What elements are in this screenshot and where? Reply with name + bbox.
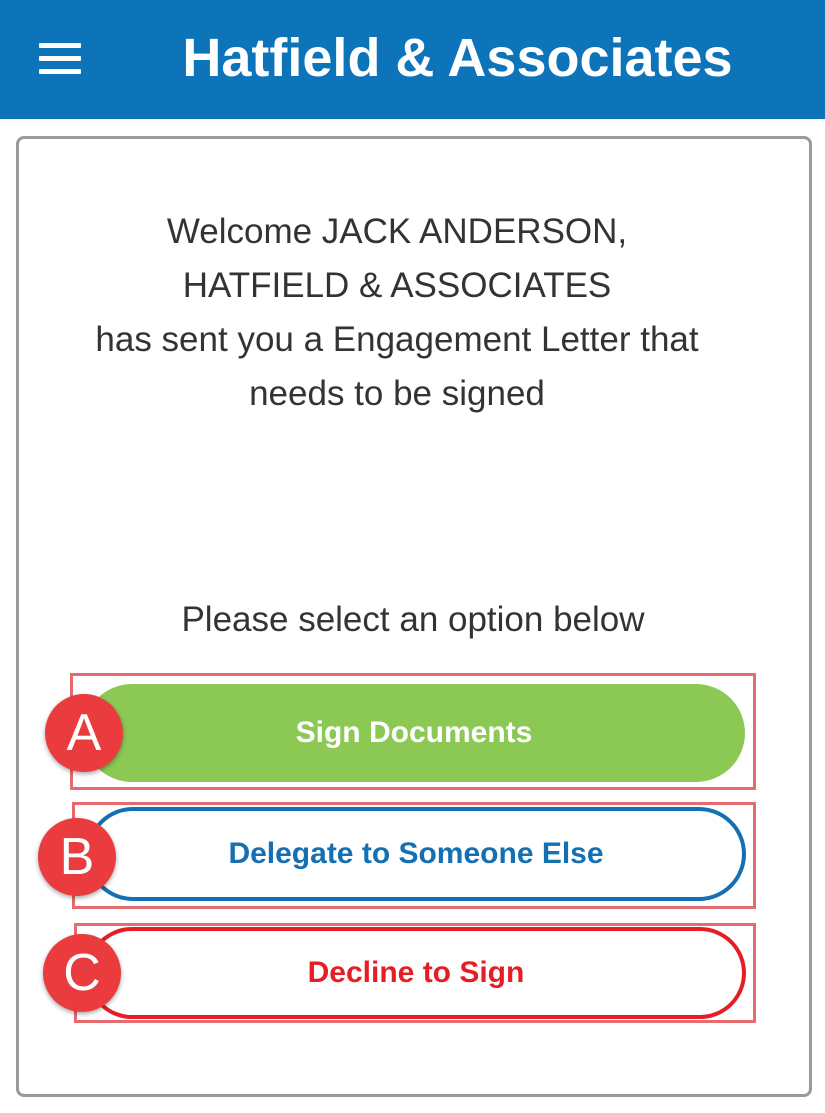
decline-to-sign-button[interactable]: Decline to Sign [86, 927, 746, 1019]
app-header: Hatfield & Associates [0, 0, 825, 119]
app-title: Hatfield & Associates [182, 28, 733, 88]
annotation-badge-b: B [38, 818, 116, 896]
welcome-line-1: Welcome JACK ANDERSON, [166, 212, 628, 251]
welcome-line-3: has sent you a Engagement Letter that [95, 320, 699, 359]
delegate-button[interactable]: Delegate to Someone Else [86, 807, 746, 901]
sign-documents-button[interactable]: Sign Documents [83, 684, 745, 782]
annotation-badge-c: C [43, 934, 121, 1012]
welcome-line-4: needs to be signed [249, 374, 545, 413]
select-option-prompt: Please select an option below [181, 600, 645, 639]
annotation-badge-a: A [45, 694, 123, 772]
welcome-line-2: HATFIELD & ASSOCIATES [182, 266, 612, 305]
hamburger-menu-icon[interactable] [39, 43, 81, 75]
